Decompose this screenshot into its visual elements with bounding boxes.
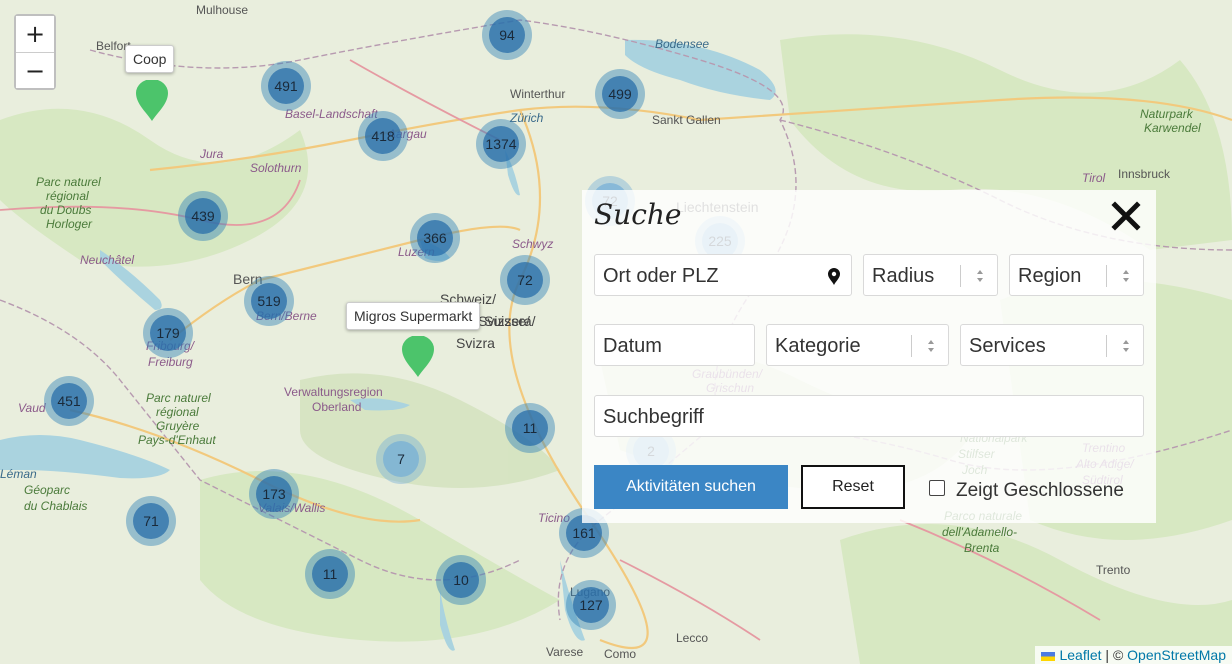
map-pin-icon[interactable] bbox=[135, 80, 169, 122]
ukraine-flag-icon bbox=[1041, 651, 1056, 661]
cluster-marker[interactable]: 491 bbox=[261, 61, 311, 111]
zoom-control: + − bbox=[14, 14, 56, 90]
svg-text:Mulhouse: Mulhouse bbox=[196, 3, 248, 17]
search-panel: Suche Ort oder PLZ Radius Region Datum K… bbox=[582, 190, 1156, 523]
svg-text:du Doubs: du Doubs bbox=[40, 203, 91, 217]
date-input[interactable]: Datum bbox=[594, 324, 755, 366]
svg-text:Svizra: Svizra bbox=[456, 335, 495, 351]
svg-text:Trento: Trento bbox=[1096, 563, 1131, 577]
cluster-marker[interactable]: 127 bbox=[566, 580, 616, 630]
select-arrows-icon bbox=[1123, 270, 1129, 282]
svg-text:Verwaltungsregion: Verwaltungsregion bbox=[284, 385, 383, 399]
svg-text:Tirol: Tirol bbox=[1082, 171, 1106, 185]
svg-text:Karwendel: Karwendel bbox=[1144, 121, 1201, 135]
keyword-placeholder: Suchbegriff bbox=[603, 406, 704, 428]
search-panel-title: Suche bbox=[594, 198, 682, 231]
cluster-marker[interactable]: 173 bbox=[249, 469, 299, 519]
svg-text:Neuchâtel: Neuchâtel bbox=[80, 253, 134, 267]
zoom-in-button[interactable]: + bbox=[16, 16, 54, 52]
select-divider bbox=[960, 265, 961, 287]
services-select[interactable]: Services bbox=[960, 324, 1144, 366]
marker-tooltip-migros: Migros Supermarkt bbox=[346, 302, 481, 330]
map-attribution: Leaflet | © OpenStreetMap bbox=[1035, 646, 1232, 664]
svg-text:Parc naturel: Parc naturel bbox=[36, 175, 101, 189]
cluster-marker[interactable]: 7 bbox=[376, 434, 426, 484]
cluster-marker[interactable]: 418 bbox=[358, 111, 408, 161]
svg-text:Vaud: Vaud bbox=[18, 401, 46, 415]
show-closed-checkbox[interactable] bbox=[929, 480, 945, 496]
cluster-marker[interactable]: 1374 bbox=[476, 119, 526, 169]
date-placeholder: Datum bbox=[603, 335, 662, 357]
cluster-marker[interactable]: 451 bbox=[44, 376, 94, 426]
leaflet-link[interactable]: Leaflet bbox=[1059, 647, 1101, 663]
svg-text:Horloger: Horloger bbox=[46, 217, 93, 231]
select-divider bbox=[1106, 335, 1107, 357]
svg-text:Winterthur: Winterthur bbox=[510, 87, 565, 101]
cluster-marker[interactable]: 94 bbox=[482, 10, 532, 60]
svg-text:Géoparc: Géoparc bbox=[24, 483, 70, 497]
svg-text:du Chablais: du Chablais bbox=[24, 499, 87, 513]
location-placeholder: Ort oder PLZ bbox=[603, 265, 719, 287]
location-pin-icon bbox=[828, 268, 840, 285]
map-pin-icon[interactable] bbox=[401, 336, 435, 378]
select-arrows-icon bbox=[1123, 340, 1129, 352]
marker-tooltip-coop: Coop bbox=[125, 45, 175, 73]
cluster-marker[interactable]: 72 bbox=[500, 255, 550, 305]
reset-button[interactable]: Reset bbox=[801, 465, 905, 509]
svg-text:régional: régional bbox=[156, 405, 199, 419]
show-closed-label: Zeigt Geschlossene bbox=[956, 480, 1124, 501]
svg-text:Gruyère: Gruyère bbox=[156, 419, 200, 433]
keyword-input[interactable]: Suchbegriff bbox=[594, 395, 1144, 437]
zoom-out-button[interactable]: − bbox=[16, 52, 54, 88]
services-label: Services bbox=[969, 335, 1046, 357]
cluster-marker[interactable]: 439 bbox=[178, 191, 228, 241]
svg-text:Svizzera/: Svizzera/ bbox=[478, 313, 536, 329]
select-divider bbox=[1106, 265, 1107, 287]
region-label: Region bbox=[1018, 265, 1082, 287]
openstreetmap-link[interactable]: OpenStreetMap bbox=[1127, 647, 1226, 663]
svg-text:régional: régional bbox=[46, 189, 89, 203]
svg-text:Parc naturel: Parc naturel bbox=[146, 391, 211, 405]
search-activities-button[interactable]: Aktivitäten suchen bbox=[594, 465, 788, 509]
attribution-separator: | © bbox=[1101, 647, 1128, 663]
svg-text:Varese: Varese bbox=[546, 645, 583, 659]
select-divider bbox=[911, 335, 912, 357]
svg-text:Pays-d'Enhaut: Pays-d'Enhaut bbox=[138, 433, 216, 447]
close-icon[interactable] bbox=[1110, 200, 1142, 232]
svg-text:Oberland: Oberland bbox=[312, 400, 361, 414]
cluster-marker[interactable]: 11 bbox=[505, 403, 555, 453]
map[interactable]: Mulhouse Belfort Basel-Landschaft Aargau… bbox=[0, 0, 1232, 664]
region-select[interactable]: Region bbox=[1009, 254, 1144, 296]
cluster-marker[interactable]: 71 bbox=[126, 496, 176, 546]
cluster-marker[interactable]: 499 bbox=[595, 69, 645, 119]
svg-text:Lecco: Lecco bbox=[676, 631, 708, 645]
svg-text:dell'Adamello-: dell'Adamello- bbox=[942, 525, 1017, 539]
category-label: Kategorie bbox=[775, 335, 861, 357]
svg-text:Naturpark: Naturpark bbox=[1140, 107, 1194, 121]
cluster-marker[interactable]: 179 bbox=[143, 308, 193, 358]
cluster-marker[interactable]: 10 bbox=[436, 555, 486, 605]
radius-label: Radius bbox=[872, 265, 935, 287]
cluster-marker[interactable]: 366 bbox=[410, 213, 460, 263]
svg-text:Como: Como bbox=[604, 647, 636, 661]
location-input[interactable]: Ort oder PLZ bbox=[594, 254, 852, 296]
svg-text:Jura: Jura bbox=[199, 147, 224, 161]
svg-text:Bodensee: Bodensee bbox=[655, 37, 709, 51]
cluster-marker[interactable]: 11 bbox=[305, 549, 355, 599]
select-arrows-icon bbox=[928, 340, 934, 352]
svg-text:Innsbruck: Innsbruck bbox=[1118, 167, 1171, 181]
svg-text:Schwyz: Schwyz bbox=[512, 237, 553, 251]
category-select[interactable]: Kategorie bbox=[766, 324, 949, 366]
svg-text:Léman: Léman bbox=[0, 467, 37, 481]
svg-text:Solothurn: Solothurn bbox=[250, 161, 302, 175]
svg-text:Brenta: Brenta bbox=[964, 541, 1000, 555]
svg-text:Sankt Gallen: Sankt Gallen bbox=[652, 113, 721, 127]
select-arrows-icon bbox=[977, 270, 983, 282]
radius-select[interactable]: Radius bbox=[863, 254, 998, 296]
cluster-marker[interactable]: 519 bbox=[244, 276, 294, 326]
